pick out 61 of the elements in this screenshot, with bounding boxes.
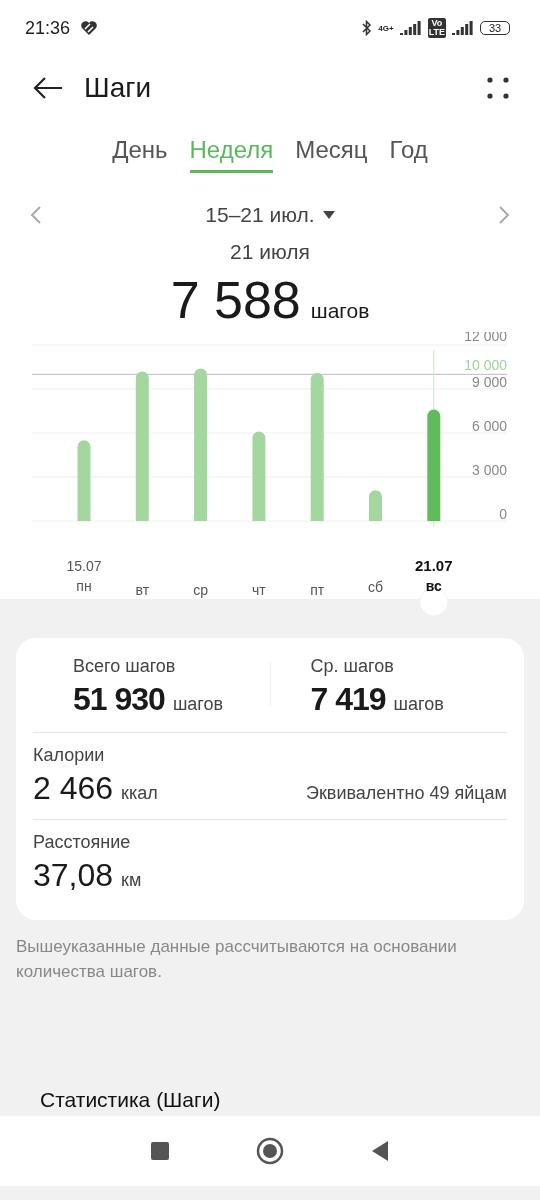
stat-label: Расстояние xyxy=(33,832,132,853)
stat-value: 7 419 xyxy=(310,681,386,718)
signal-icon xyxy=(399,21,422,35)
date-range-dropdown[interactable]: 15–21 июл. xyxy=(205,203,335,227)
axis-label: 6 000 xyxy=(471,418,507,434)
unit-label: км xyxy=(121,870,142,891)
recents-button[interactable] xyxy=(150,1141,170,1161)
date-label: 21.07 xyxy=(415,557,453,574)
more-button[interactable] xyxy=(486,76,510,100)
stat-value: 2 466 xyxy=(33,770,114,807)
section-title: Статистика (Шаги) xyxy=(40,1088,221,1111)
back-nav-button[interactable] xyxy=(370,1140,390,1162)
previous-button[interactable] xyxy=(30,205,42,225)
period-tab[interactable]: Год xyxy=(389,130,428,173)
unit-label: ккал xyxy=(121,783,158,804)
home-button[interactable] xyxy=(256,1137,284,1165)
stat-label: Ср. шагов xyxy=(310,656,395,677)
bar[interactable] xyxy=(252,431,266,521)
axis-label: 0 xyxy=(499,506,507,522)
axis-label: 12 000 xyxy=(464,332,507,344)
stat-label: Всего шагов xyxy=(73,656,177,677)
date-label: 15.07 xyxy=(66,558,102,574)
clock: 21:36 xyxy=(25,17,71,39)
axis-label: 3 000 xyxy=(471,462,507,478)
volte-badge: Vo LTE xyxy=(427,18,446,38)
bar[interactable] xyxy=(427,409,441,521)
bluetooth-icon xyxy=(362,20,373,36)
weekday-label: ср xyxy=(193,582,208,598)
stat-value: 51 930 xyxy=(73,681,165,718)
footnote: Вышеуказанные данные рассчитываются на основании количества шагов. xyxy=(16,936,458,983)
weekday-label: вс xyxy=(425,578,442,594)
page-title: Шаги xyxy=(84,72,153,104)
bar[interactable] xyxy=(135,371,149,521)
battery-indicator: 33 xyxy=(480,21,510,35)
weekday-label: вт xyxy=(135,582,150,598)
back-button[interactable] xyxy=(32,76,64,100)
bar[interactable] xyxy=(369,490,382,521)
stat-label: Калории xyxy=(33,745,106,766)
period-tab[interactable]: День xyxy=(112,130,168,173)
bar[interactable] xyxy=(310,372,324,521)
unit-label: шагов xyxy=(172,694,224,715)
bar[interactable] xyxy=(194,368,208,521)
axis-label: 9 000 xyxy=(471,374,507,390)
bar[interactable] xyxy=(77,440,91,521)
equivalent-note: Эквивалентно 49 яйцам xyxy=(306,783,507,804)
unit-label: шагов xyxy=(393,694,444,715)
weekday-label: пт xyxy=(310,582,325,598)
weekday-label: чт xyxy=(252,582,266,598)
goal-label: 10 000 xyxy=(464,357,507,374)
network-label: 4G+ xyxy=(378,23,394,33)
next-button[interactable] xyxy=(498,205,510,225)
weekday-label: пн xyxy=(76,578,92,594)
heart-icon xyxy=(80,20,99,36)
stat-value: 37,08 xyxy=(33,857,114,894)
weekday-label: сб xyxy=(368,579,383,595)
step-count: 7 588 xyxy=(170,270,301,330)
period-tab[interactable]: Месяц xyxy=(295,130,368,173)
signal-icon xyxy=(452,21,474,35)
unit-label: шагов xyxy=(310,299,370,323)
selected-date: 21 июля xyxy=(230,240,310,265)
caret-icon xyxy=(322,211,335,219)
